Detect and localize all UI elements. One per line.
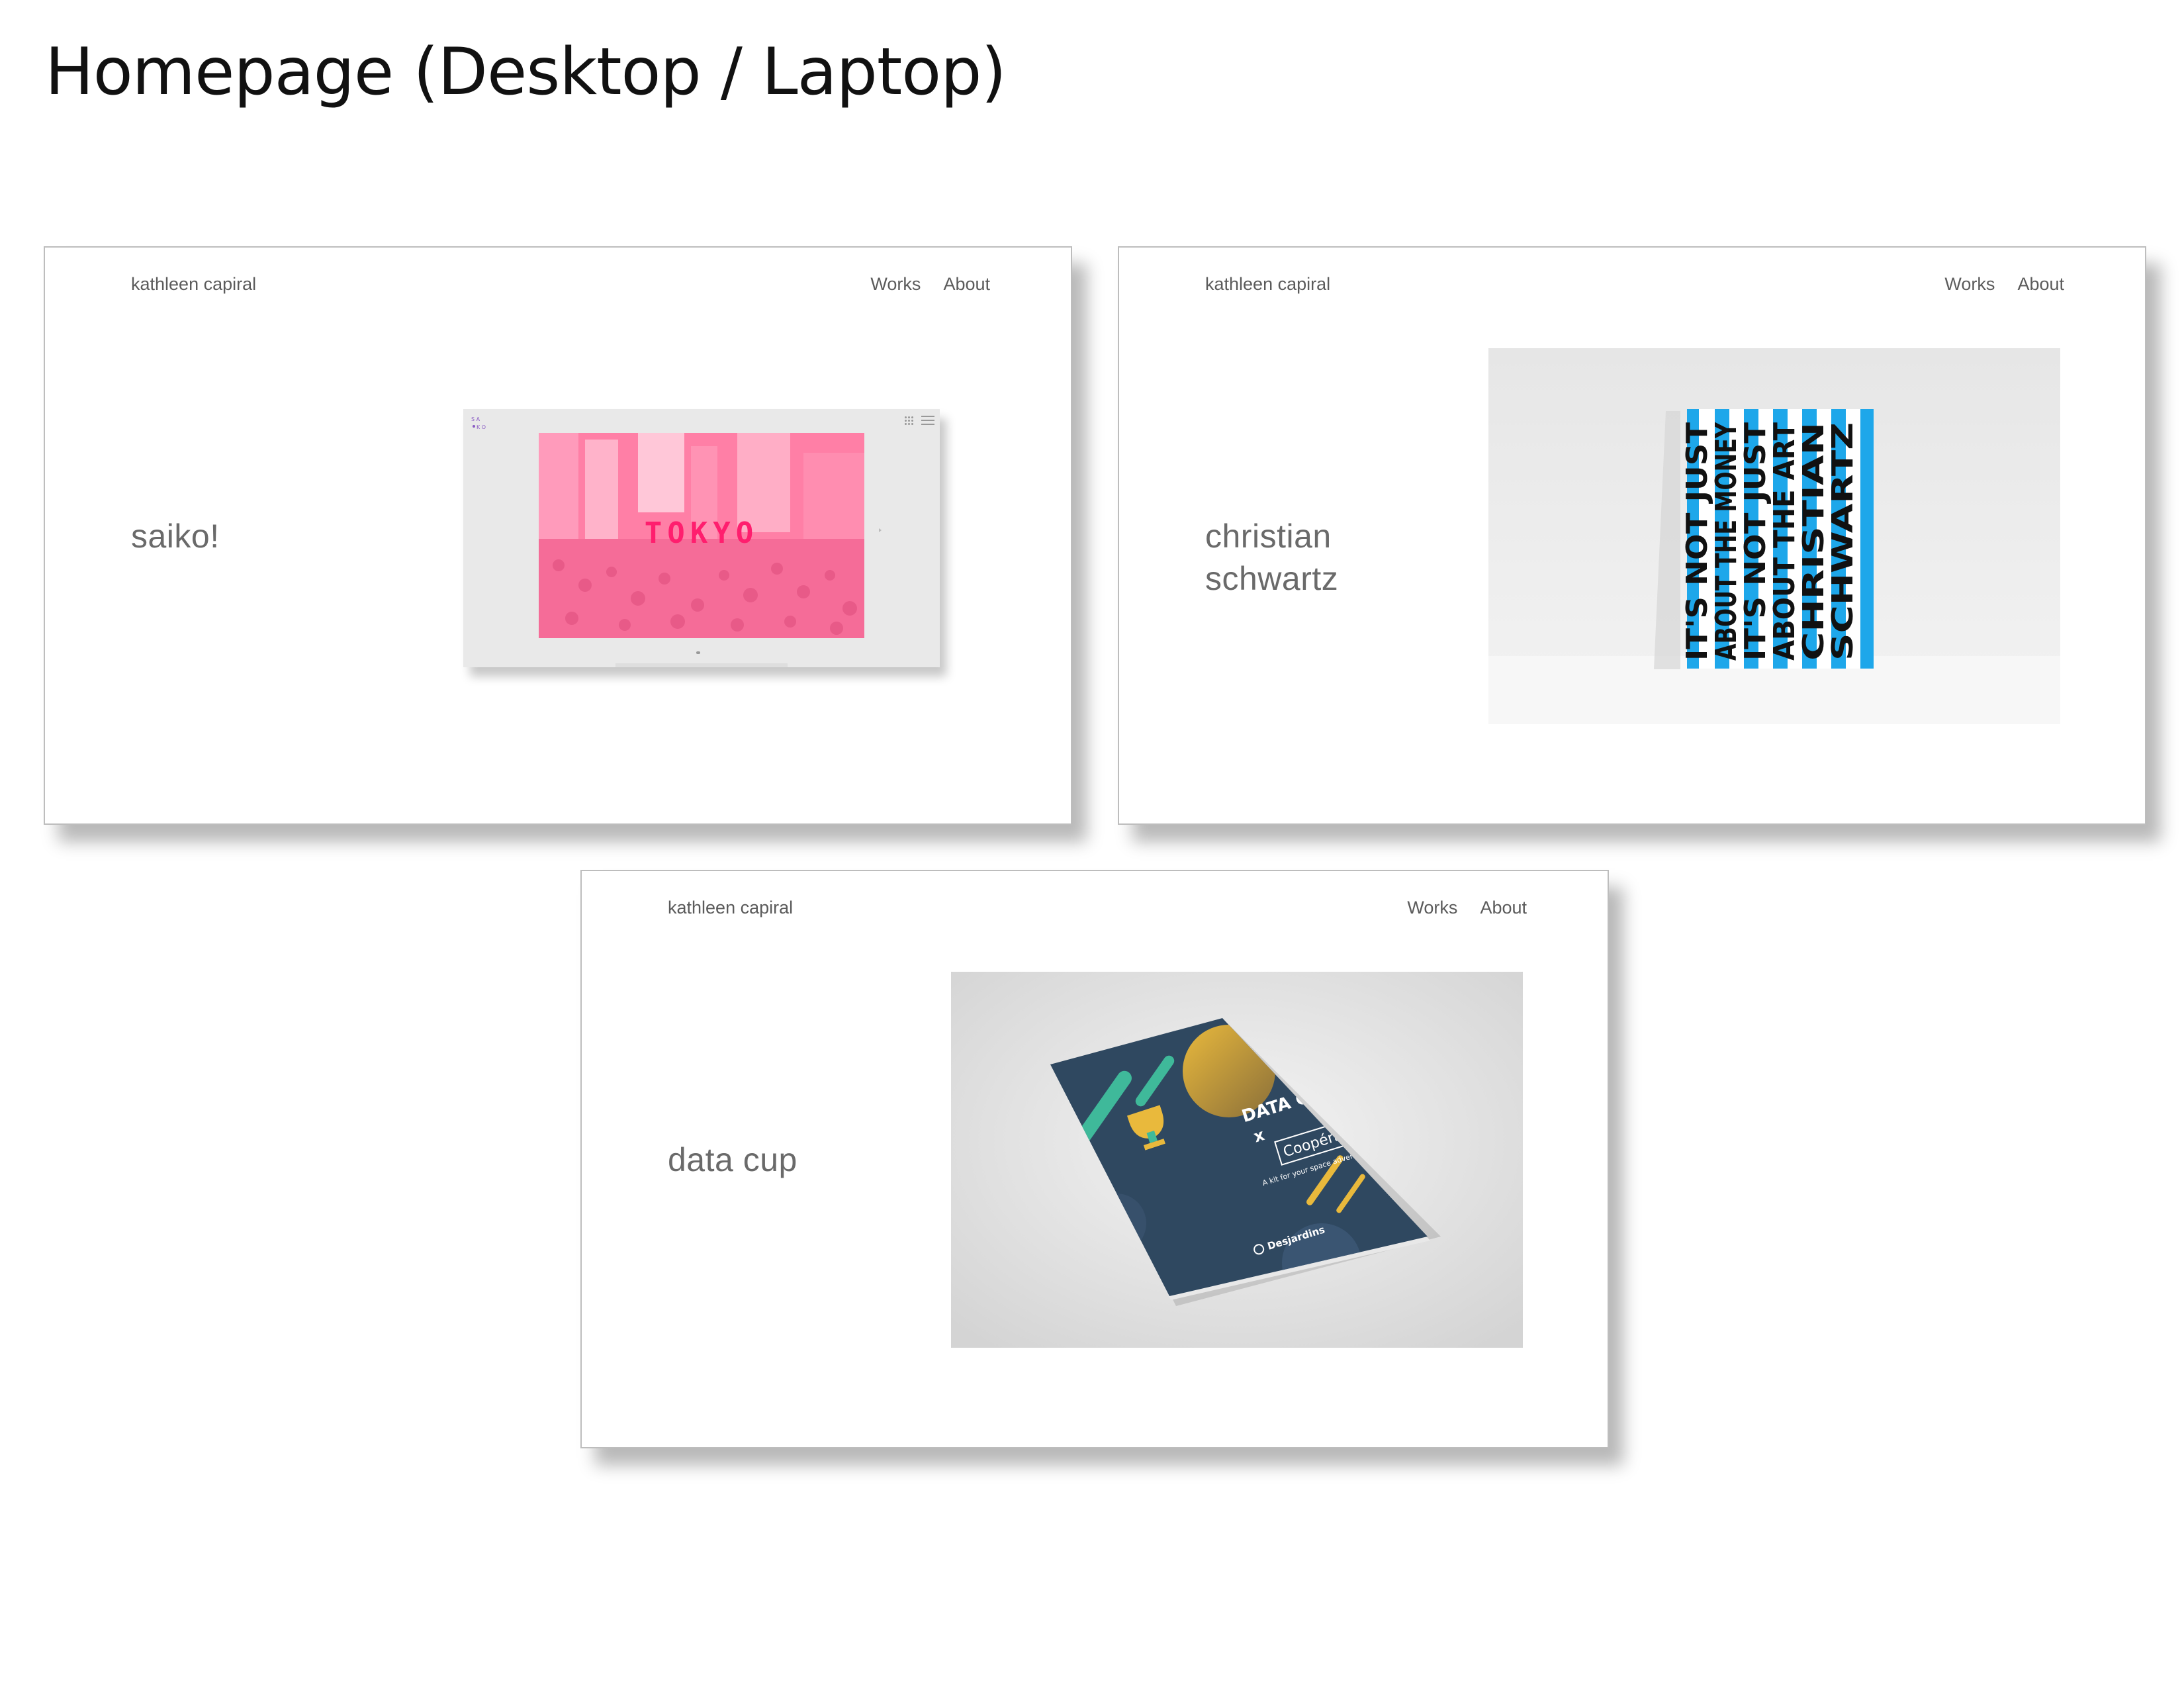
scroll-indicator-icon bbox=[696, 651, 700, 654]
project-title-line: saiko! bbox=[131, 518, 220, 555]
homepage-frame-christian-schwartz: kathleen capiral Works About christian s… bbox=[1118, 246, 2146, 825]
project-thumbnail-christian-schwartz[interactable]: IT'S NOT JUST ABOUT THE MONEY IT'S NOT JUS… bbox=[1488, 348, 2060, 724]
project-thumbnail-saiko[interactable]: S A K O TOKYO bbox=[463, 409, 940, 667]
nav-works-link[interactable]: Works bbox=[1407, 898, 1457, 918]
nav: Works About bbox=[1407, 898, 1527, 918]
poster-text-line: SCHWARTZ bbox=[1826, 422, 1860, 661]
site-name[interactable]: kathleen capiral bbox=[668, 898, 793, 918]
grid-icon[interactable] bbox=[904, 416, 915, 425]
saiko-logo-icon: S A K O bbox=[471, 416, 486, 430]
tokyo-crowd-photo: TOKYO bbox=[539, 433, 864, 638]
homepage-frame-saiko: kathleen capiral Works About saiko! S A … bbox=[44, 246, 1072, 825]
project-title-line: schwartz bbox=[1205, 560, 1339, 597]
nav-about-link[interactable]: About bbox=[943, 274, 990, 295]
site-name[interactable]: kathleen capiral bbox=[131, 274, 256, 295]
svg-text:K O: K O bbox=[477, 424, 486, 430]
nav-about-link[interactable]: About bbox=[2017, 274, 2064, 295]
poster-photo-graphic: IT'S NOT JUSTABOUT THE MONEYIT'S NOT JUS… bbox=[1488, 348, 2060, 724]
mock-footer-bar bbox=[615, 663, 788, 667]
project-title-line: data cup bbox=[668, 1141, 797, 1178]
project-title-line: christian bbox=[1205, 518, 1332, 555]
project-title[interactable]: data cup bbox=[668, 1139, 933, 1181]
site-name[interactable]: kathleen capiral bbox=[1205, 274, 1330, 295]
svg-text:S A: S A bbox=[471, 416, 480, 422]
nav: Works About bbox=[870, 274, 990, 295]
page-title: Homepage (Desktop / Laptop) bbox=[45, 34, 1007, 110]
nav-works-link[interactable]: Works bbox=[1944, 274, 1995, 295]
next-arrow-icon[interactable] bbox=[879, 528, 882, 532]
project-thumbnail-data-cup[interactable]: DATA CUP x Coopérathon A kit for your sp… bbox=[951, 972, 1523, 1348]
menu-icon[interactable] bbox=[921, 416, 934, 425]
project-title[interactable]: saiko! bbox=[131, 515, 396, 557]
homepage-frame-data-cup: kathleen capiral Works About data cup DA… bbox=[580, 870, 1609, 1448]
nav: Works About bbox=[1944, 274, 2064, 295]
project-title[interactable]: christian schwartz bbox=[1205, 515, 1470, 600]
nav-works-link[interactable]: Works bbox=[870, 274, 921, 295]
tokyo-wordmark: TOKYO bbox=[644, 516, 759, 550]
nav-about-link[interactable]: About bbox=[1480, 898, 1527, 918]
booklet-mockup-graphic: DATA CUP x Coopérathon A kit for your sp… bbox=[951, 972, 1523, 1348]
